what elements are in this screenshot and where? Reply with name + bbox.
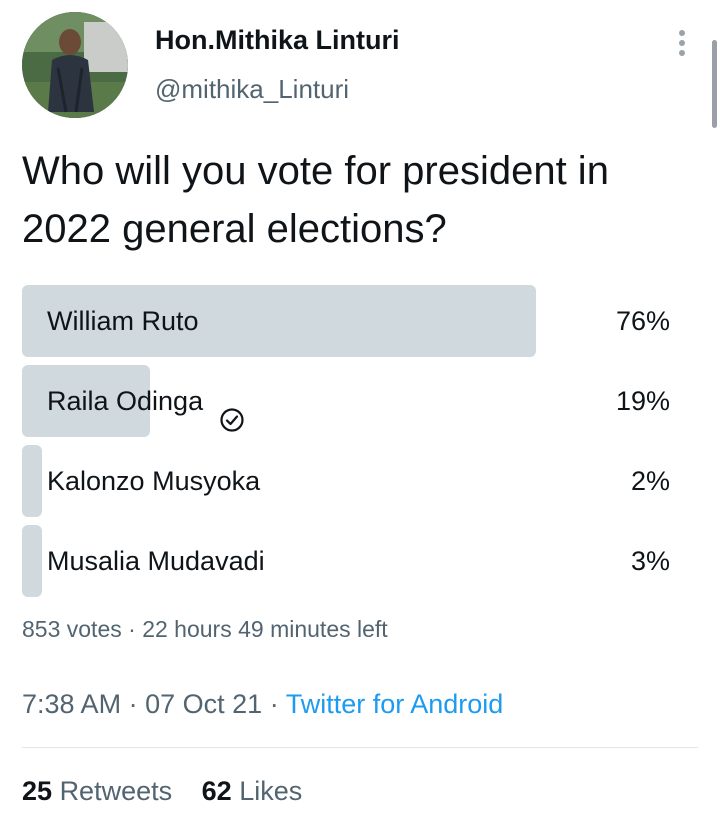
tweet-source-link[interactable]: Twitter for Android — [286, 689, 504, 719]
author-name[interactable]: Hon.Mithika Linturi — [155, 22, 399, 58]
check-circle-icon — [219, 388, 245, 432]
divider — [22, 747, 698, 748]
avatar-photo — [22, 12, 128, 118]
poll-option[interactable]: Musalia Mudavadi 3% — [22, 525, 698, 597]
author-handle[interactable]: @mithika_Linturi — [155, 72, 349, 106]
more-options-button[interactable] — [667, 24, 697, 64]
poll-option-percent: 3% — [630, 546, 670, 576]
poll-option[interactable]: William Ruto 76% — [22, 285, 698, 357]
poll-option-percent: 76% — [615, 306, 670, 336]
tweet-timestamp: 7:38 AM · 07 Oct 21 · Twitter for Androi… — [22, 689, 503, 720]
poll-option-percent: 19% — [615, 386, 670, 416]
poll-option-label: William Ruto — [47, 306, 199, 336]
poll-summary: 853 votes · 22 hours 49 minutes left — [22, 616, 388, 643]
poll-votes: 853 votes — [22, 616, 122, 642]
avatar[interactable] — [22, 12, 128, 118]
poll-option-percent: 2% — [630, 466, 670, 496]
poll-option[interactable]: Kalonzo Musyoka 2% — [22, 445, 698, 517]
poll-bar — [22, 445, 42, 517]
likes-count: 62 — [201, 776, 232, 806]
separator: · — [269, 689, 279, 719]
retweets-link[interactable]: 25 Retweets — [22, 776, 180, 806]
likes-link[interactable]: 62 Likes — [202, 776, 303, 806]
separator: · — [128, 689, 138, 719]
poll-bar — [22, 525, 42, 597]
poll-option-label: Kalonzo Musyoka — [47, 466, 261, 496]
likes-label: Likes — [239, 776, 303, 806]
poll-option[interactable]: Raila Odinga 19% — [22, 365, 698, 437]
tweet-text: Who will you vote for president in 2022 … — [22, 149, 609, 251]
tweet-stats: 25 Retweets 62 Likes — [22, 776, 302, 807]
more-vertical-icon — [679, 30, 685, 56]
poll-option-label: Musalia Mudavadi — [47, 546, 265, 576]
retweets-count: 25 — [22, 776, 53, 806]
retweets-label: Retweets — [59, 776, 173, 806]
tweet-time[interactable]: 7:38 AM — [22, 689, 121, 719]
separator: · — [128, 616, 136, 642]
poll-option-label: Raila Odinga — [47, 386, 204, 416]
poll: William Ruto 76% Raila Odinga 19% Kalonz… — [22, 285, 698, 605]
scrollbar[interactable] — [712, 40, 717, 128]
poll-time-left: 22 hours 49 minutes left — [142, 616, 388, 642]
tweet-date[interactable]: 07 Oct 21 — [145, 689, 262, 719]
